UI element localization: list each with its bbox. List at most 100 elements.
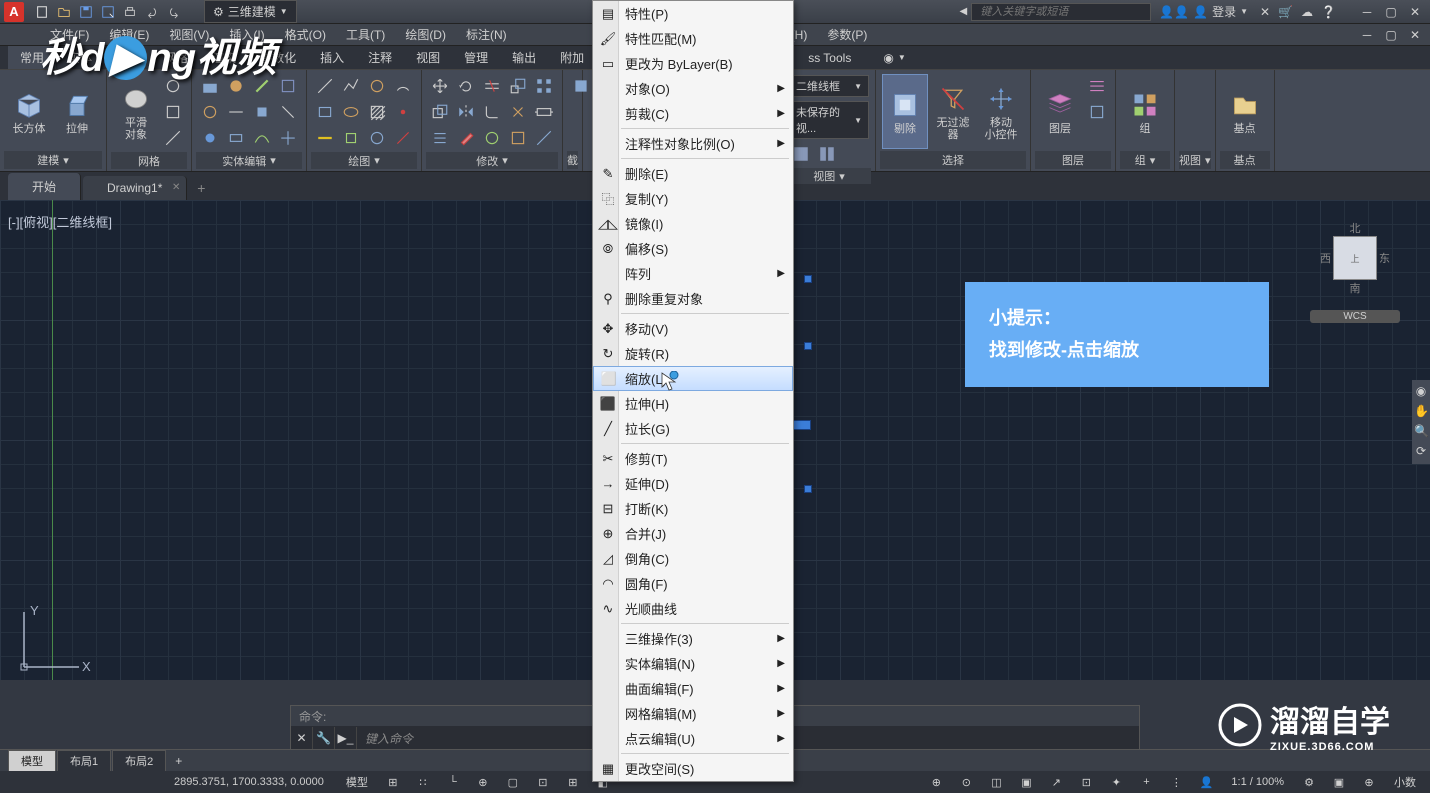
snap-icon[interactable]: ∷ [412,773,434,791]
tool-icon[interactable] [339,126,363,150]
scale-icon[interactable] [506,74,530,98]
cube-face[interactable]: 上 [1333,236,1377,280]
ctx-stretch[interactable]: ⬛拉伸(H) [593,391,793,416]
grid-icon[interactable]: ⊞ [382,773,404,791]
ctx-crop[interactable]: 剪裁(C)▶ [593,101,793,126]
new-icon[interactable] [32,3,52,21]
visual-style-dropdown[interactable]: 二维线框▼ [789,75,869,97]
ctx-copy[interactable]: ⿻复制(Y) [593,186,793,211]
layout-tab-model[interactable]: 模型 [8,750,56,772]
tool-icon[interactable] [224,100,248,124]
ctx-join[interactable]: ⊕合并(J) [593,521,793,546]
ctx-offset[interactable]: ⦾偏移(S) [593,236,793,261]
saveas-icon[interactable] [98,3,118,21]
ctx-surface-edit[interactable]: 曲面编辑(F)▶ [593,676,793,701]
view-cube[interactable]: 北 西 上 东 南 WCS [1310,220,1400,360]
close-icon[interactable]: ✕ [172,182,180,193]
point-icon[interactable] [391,100,415,124]
menu-edit[interactable]: 编辑(E) [99,24,159,45]
menu-draw[interactable]: 绘图(D) [395,24,456,45]
redo-icon[interactable] [164,3,184,21]
tool-icon[interactable] [365,126,389,150]
ctx-object[interactable]: 对象(O)▶ [593,76,793,101]
add-layout-button[interactable]: + [167,752,190,770]
ctx-lengthen[interactable]: ╱拉长(G) [593,416,793,441]
tool-icon[interactable]: ⊕ [925,773,947,791]
tool-icon[interactable]: 👤 [1195,773,1217,791]
tool-icon[interactable] [198,100,222,124]
status-model[interactable]: 模型 [340,774,374,790]
ctx-properties[interactable]: ▤特性(P) [593,1,793,26]
ctx-match-props[interactable]: 🖌特性匹配(M) [593,26,793,51]
mesh-tool-3[interactable] [161,126,185,150]
smooth-button[interactable]: 平滑 对象 [113,74,159,150]
tool-icon[interactable] [250,74,274,98]
polyline-icon[interactable] [339,74,363,98]
doc-minimize-button[interactable]: ─ [1356,26,1378,44]
viewport-label[interactable]: [-][俯视][二维线框] [8,212,112,231]
ellipse-icon[interactable] [339,100,363,124]
cloud-icon[interactable]: ☁ [1301,5,1313,19]
tool-icon[interactable] [198,74,222,98]
workspace-dropdown[interactable]: 三维建模 ▼ [204,0,297,23]
login-button[interactable]: 👤👤 👤 登录 ▼ [1159,3,1248,20]
array-icon[interactable] [532,74,556,98]
ctx-array[interactable]: 阵列▶ [593,261,793,286]
help-icon[interactable]: ❔ [1321,5,1336,19]
tool-icon[interactable]: + [1135,773,1157,791]
tool-icon[interactable] [250,126,274,150]
grip[interactable] [804,485,812,493]
doc-maximize-button[interactable]: ▢ [1380,26,1402,44]
ribbon-tab-surface[interactable]: 曲面 [104,46,152,69]
ribbon-focus-icon[interactable]: ◉ [883,51,893,65]
ctx-blend[interactable]: ∿光顺曲线 [593,596,793,621]
minimize-button[interactable]: ─ [1356,3,1378,21]
tool-icon[interactable]: ⊕ [1358,773,1380,791]
tool-icon[interactable]: ⊡ [532,773,554,791]
ctx-fillet[interactable]: ◠圆角(F) [593,571,793,596]
move-icon[interactable] [428,74,452,98]
layers-button[interactable]: 图层 [1037,74,1083,149]
menu-tools[interactable]: 工具(T) [336,24,395,45]
search-input[interactable] [971,3,1151,21]
tool-icon[interactable] [506,126,530,150]
tool-icon[interactable]: ◫ [985,773,1007,791]
cmd-prompt-icon[interactable]: ▶_ [335,727,357,749]
customize-icon[interactable]: 🔧 [313,727,335,749]
grip[interactable] [804,275,812,283]
ctx-mesh-edit[interactable]: 网格编辑(M)▶ [593,701,793,726]
ribbon-tab-annotate[interactable]: 注释 [356,46,404,69]
erase-icon[interactable] [454,126,478,150]
tool-icon[interactable]: ⊡ [1075,773,1097,791]
tool-icon[interactable]: ▣ [1015,773,1037,791]
layout-tab-2[interactable]: 布局2 [112,750,166,772]
mirror-icon[interactable] [454,100,478,124]
menu-parametric[interactable]: 参数(P) [817,24,877,45]
tab-drawing[interactable]: Drawing1* ✕ [83,176,187,200]
nofilter-button[interactable]: 无过滤器 [930,74,976,149]
box-button[interactable]: 长方体 [6,74,52,149]
scale-dropdown[interactable]: 1:1 / 100% [1225,776,1290,788]
ctx-move[interactable]: ✥移动(V) [593,316,793,341]
undo-icon[interactable] [142,3,162,21]
menu-file[interactable]: 文件(F) [40,24,99,45]
ctx-change-space[interactable]: ▦更改空间(S) [593,756,793,781]
layout-tab-1[interactable]: 布局1 [57,750,111,772]
grip-mid[interactable] [793,420,811,430]
ctx-erase[interactable]: ✎删除(E) [593,161,793,186]
fillet-icon[interactable] [480,100,504,124]
group-button[interactable]: 组 [1122,74,1168,149]
tool-icon[interactable] [224,126,248,150]
grip[interactable] [804,342,812,350]
exchange-icon[interactable]: ✕ [1260,5,1270,19]
menu-insert[interactable]: 插入(I) [219,24,274,45]
base-button[interactable]: 基点 [1222,74,1268,149]
menu-view[interactable]: 视图(V) [159,24,219,45]
trim-icon[interactable] [480,74,504,98]
menu-dimension[interactable]: 标注(N) [456,24,517,45]
ctx-extend[interactable]: →延伸(D) [593,471,793,496]
tool-icon[interactable] [250,100,274,124]
tool-icon[interactable]: ⋮ [1165,773,1187,791]
stretch-icon[interactable] [532,100,556,124]
extrude-button[interactable]: 拉伸 [54,74,100,149]
